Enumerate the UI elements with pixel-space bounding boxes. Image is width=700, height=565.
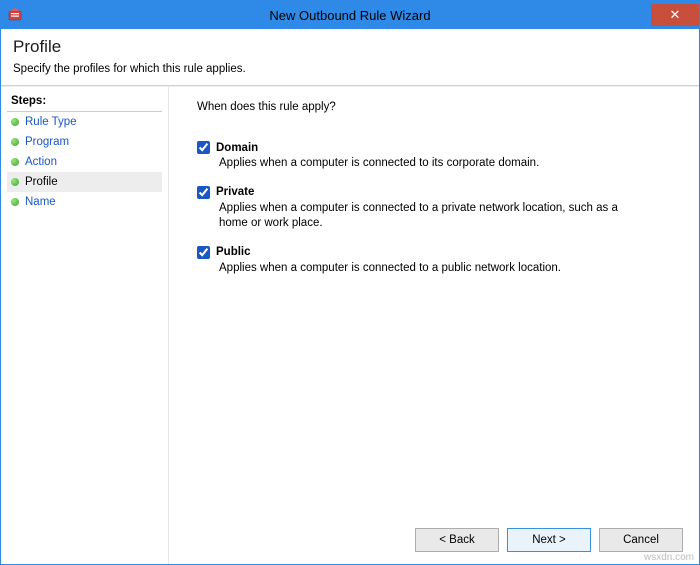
option-row[interactable]: Domain [197, 141, 679, 154]
option-description: Applies when a computer is connected to … [219, 201, 639, 232]
bullet-icon [11, 158, 19, 166]
close-button[interactable]: ✕ [651, 4, 699, 26]
option-label: Domain [216, 142, 258, 154]
checkbox-domain[interactable] [197, 141, 210, 154]
option-row[interactable]: Private [197, 186, 679, 199]
content-pane: When does this rule apply? Domain Applie… [169, 87, 699, 564]
question-text: When does this rule apply? [197, 101, 679, 113]
app-icon [7, 7, 23, 23]
step-label: Program [25, 136, 69, 148]
step-rule-type[interactable]: Rule Type [7, 112, 162, 132]
footer-buttons: < Back Next > Cancel [415, 528, 683, 552]
wizard-window: New Outbound Rule Wizard ✕ Profile Speci… [0, 0, 700, 565]
option-row[interactable]: Public [197, 246, 679, 259]
page-subtitle: Specify the profiles for which this rule… [13, 63, 687, 75]
step-action[interactable]: Action [7, 152, 162, 172]
window-title: New Outbound Rule Wizard [1, 8, 699, 23]
back-button[interactable]: < Back [415, 528, 499, 552]
bullet-icon [11, 118, 19, 126]
header-section: Profile Specify the profiles for which t… [1, 29, 699, 86]
option-public: Public Applies when a computer is connec… [197, 246, 679, 277]
option-description: Applies when a computer is connected to … [219, 261, 639, 277]
checkbox-public[interactable] [197, 246, 210, 259]
steps-sidebar: Steps: Rule Type Program Action Profile … [1, 87, 169, 564]
option-label: Private [216, 186, 254, 198]
bullet-icon [11, 178, 19, 186]
step-label: Action [25, 156, 57, 168]
option-label: Public [216, 246, 251, 258]
close-icon: ✕ [670, 7, 681, 23]
step-name[interactable]: Name [7, 192, 162, 212]
cancel-button[interactable]: Cancel [599, 528, 683, 552]
wizard-body: Steps: Rule Type Program Action Profile … [1, 86, 699, 564]
step-label: Rule Type [25, 116, 77, 128]
watermark: wsxdn.com [644, 552, 694, 563]
option-private: Private Applies when a computer is conne… [197, 186, 679, 232]
option-description: Applies when a computer is connected to … [219, 156, 639, 172]
steps-heading: Steps: [7, 93, 162, 112]
step-profile[interactable]: Profile [7, 172, 162, 192]
checkbox-private[interactable] [197, 186, 210, 199]
page-title: Profile [13, 37, 687, 57]
bullet-icon [11, 198, 19, 206]
step-label: Name [25, 196, 56, 208]
titlebar: New Outbound Rule Wizard ✕ [1, 1, 699, 29]
option-domain: Domain Applies when a computer is connec… [197, 141, 679, 172]
next-button[interactable]: Next > [507, 528, 591, 552]
step-label: Profile [25, 176, 58, 188]
step-program[interactable]: Program [7, 132, 162, 152]
bullet-icon [11, 138, 19, 146]
